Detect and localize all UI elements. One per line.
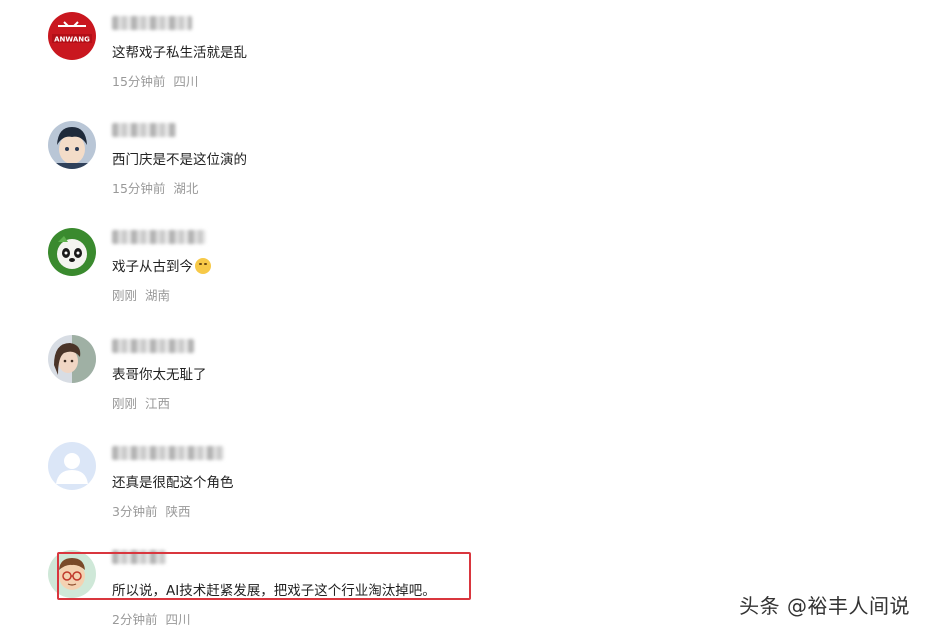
comment-meta: 3分钟前 陕西 <box>112 504 190 520</box>
anime-boy-avatar-icon[interactable] <box>48 121 96 169</box>
blushing-face-emoji-icon <box>195 258 211 274</box>
comment-location: 四川 <box>173 74 199 89</box>
comment-text: 这帮戏子私生活就是乱 <box>112 45 247 61</box>
comment-text: 戏子从古到今 <box>112 258 211 276</box>
comment-location: 陕西 <box>165 504 191 519</box>
username-blurred[interactable] <box>112 230 206 244</box>
comment-meta: 刚刚 江西 <box>112 396 170 412</box>
comment-time: 15分钟前 <box>112 181 166 196</box>
highlight-box <box>57 552 471 600</box>
comment-text: 表哥你太无耻了 <box>112 367 207 383</box>
comment-item: ANWANG 这帮戏子私生活就是乱 15分钟前 四川 <box>0 0 928 107</box>
comment-location: 江西 <box>145 396 171 411</box>
avatar-badge-text: ANWANG <box>54 36 90 44</box>
comment-meta: 刚刚 湖南 <box>112 288 170 304</box>
comment-text: 西门庆是不是这位演的 <box>112 152 247 168</box>
comment-location: 湖北 <box>173 181 199 196</box>
comment-time: 刚刚 <box>112 288 138 303</box>
photo-girl-avatar-icon[interactable] <box>48 335 96 383</box>
watermark-text: 头条 @裕丰人间说 <box>739 594 910 618</box>
comment-location: 湖南 <box>145 288 171 303</box>
comment-item: 戏子从古到今 刚刚 湖南 <box>0 214 928 321</box>
comment-item: 表哥你太无耻了 刚刚 江西 <box>0 321 928 428</box>
comment-item: 西门庆是不是这位演的 15分钟前 湖北 <box>0 107 928 214</box>
username-blurred[interactable] <box>112 339 194 353</box>
comment-text-content: 戏子从古到今 <box>112 259 193 275</box>
comment-meta: 15分钟前 湖北 <box>112 181 198 197</box>
username-blurred[interactable] <box>112 446 224 460</box>
red-badge-avatar-icon[interactable]: ANWANG <box>48 12 96 60</box>
comment-time: 15分钟前 <box>112 74 166 89</box>
comment-text: 还真是很配这个角色 <box>112 475 234 491</box>
comment-meta: 15分钟前 四川 <box>112 74 198 90</box>
default-user-avatar-icon[interactable] <box>48 442 96 490</box>
comment-time: 2分钟前 <box>112 612 158 627</box>
comment-time: 3分钟前 <box>112 504 158 519</box>
comment-item: 还真是很配这个角色 3分钟前 陕西 <box>0 428 928 535</box>
comment-location: 四川 <box>165 612 191 627</box>
panda-avatar-icon[interactable] <box>48 228 96 276</box>
username-blurred[interactable] <box>112 16 192 30</box>
username-blurred[interactable] <box>112 123 176 137</box>
comment-time: 刚刚 <box>112 396 138 411</box>
comment-meta: 2分钟前 四川 <box>112 612 190 628</box>
